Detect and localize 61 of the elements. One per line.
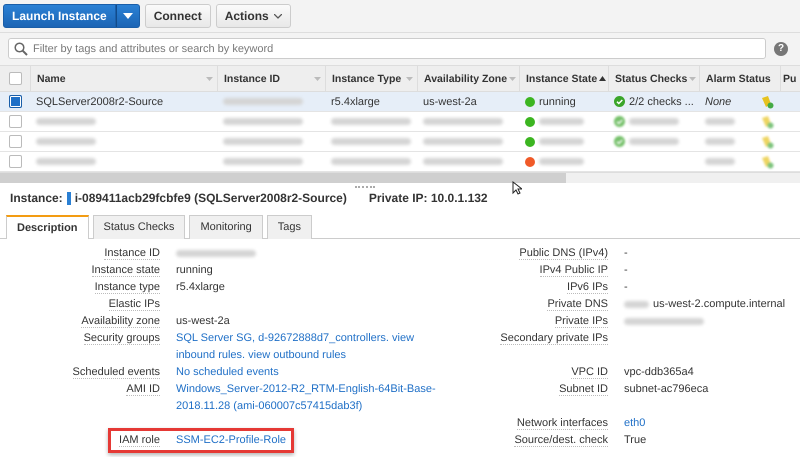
- column-header[interactable]: Instance Type: [325, 66, 417, 91]
- table-cell: SQLServer2008r2-Source: [36, 96, 164, 108]
- field-link[interactable]: SQL Server SG, d-92672888d7_controllers. view inbound rules. view outbound rules: [176, 330, 414, 364]
- field-label: Source/dest. check: [514, 434, 608, 447]
- table-cell: None: [705, 96, 732, 108]
- field-link[interactable]: SSM-EC2-Profile-Role: [176, 432, 286, 449]
- field-link[interactable]: eth0: [624, 415, 646, 432]
- field-value: vpc-ddb365a4: [624, 365, 694, 380]
- field-label: VPC ID: [571, 366, 608, 379]
- field-label: Public DNS (IPv4): [519, 247, 608, 260]
- field-label: Secondary private IPs: [500, 332, 608, 345]
- help-button[interactable]: ?: [774, 42, 788, 56]
- field-label: Network interfaces: [516, 417, 608, 430]
- instance-id-title: i-089411acb29fcbfe9 (SQLServer2008r2-Source): [74, 191, 347, 205]
- field-value: subnet-ac796eca: [624, 382, 708, 397]
- field-label: Private IPs: [554, 315, 608, 328]
- connect-button[interactable]: Connect: [144, 4, 211, 28]
- field-link[interactable]: Windows_Server-2012-R2_RTM-English-64Bit-Base- 2018.11.28 (ami-060007c57415dab3f): [176, 381, 436, 415]
- field-value: running: [176, 263, 213, 278]
- table-row[interactable]: SQLServer2008r2-Source r5.4xlarge us-west-2a running 2/2 checks ... None: [0, 92, 800, 112]
- field-label: Instance state: [92, 264, 160, 277]
- field-value: -: [624, 246, 628, 261]
- actions-button[interactable]: Actions: [216, 4, 291, 28]
- field-value: r5.4xlarge: [176, 280, 225, 295]
- tab[interactable]: Status Checks: [92, 215, 186, 239]
- field-label: IPv6 IPs: [567, 281, 608, 294]
- field-value: us-west-2a: [176, 314, 230, 329]
- tab[interactable]: Description: [6, 215, 89, 239]
- field-label: Instance ID: [104, 247, 160, 260]
- field-label: Private DNS: [547, 298, 608, 311]
- field-value: -: [624, 280, 628, 295]
- instance-label: Instance:: [10, 191, 63, 205]
- tab[interactable]: Tags: [266, 215, 312, 239]
- table-cell: 2/2 checks ...: [629, 96, 694, 108]
- field-value: us-west-2.compute.internal: [653, 297, 786, 312]
- field-link[interactable]: No scheduled events: [176, 364, 279, 381]
- field-label: Scheduled events: [72, 366, 160, 379]
- table-cell: r5.4xlarge: [331, 96, 380, 108]
- field-label: Availability zone: [81, 315, 160, 328]
- column-header[interactable]: Pu: [780, 66, 800, 91]
- column-header[interactable]: Availability Zone: [417, 66, 519, 91]
- column-header[interactable]: Instance State: [519, 66, 608, 91]
- tab[interactable]: Monitoring: [189, 215, 263, 239]
- search-field[interactable]: Filter by tags and attributes or search by keyword: [8, 38, 766, 59]
- field-label: AMI ID: [126, 383, 160, 396]
- field-label: Elastic IPs: [108, 298, 160, 311]
- table-cell: us-west-2a: [423, 96, 477, 108]
- column-header[interactable]: Instance ID: [217, 66, 325, 91]
- field-label: Subnet ID: [559, 383, 608, 396]
- field-value: -: [624, 263, 628, 278]
- field-label: Instance type: [94, 281, 160, 294]
- table-cell: running: [539, 96, 576, 108]
- column-header[interactable]: Name: [30, 66, 217, 91]
- field-label: Security groups: [84, 332, 160, 345]
- column-header[interactable]: Alarm Status: [699, 66, 780, 91]
- private-ip-text: Private IP: 10.0.1.132: [368, 191, 488, 205]
- column-header[interactable]: Status Checks: [608, 66, 699, 91]
- field-label: IPv4 Public IP: [540, 264, 608, 277]
- field-label: IAM role: [119, 434, 160, 447]
- field-value: True: [624, 433, 646, 448]
- launch-instance-button[interactable]: Launch Instance: [3, 4, 116, 28]
